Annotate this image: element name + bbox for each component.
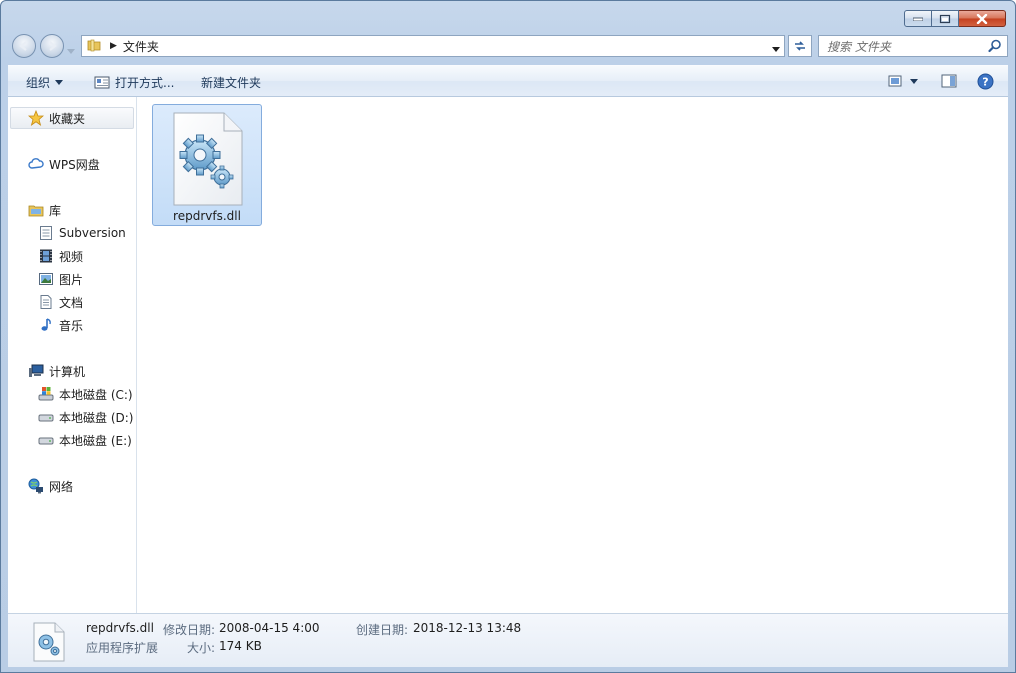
computer-icon — [28, 363, 44, 379]
forward-arrow-icon — [49, 41, 57, 51]
nav-computer-label: 计算机 — [49, 364, 86, 379]
nav-drive-d-label: 本地磁盘 (D:) — [59, 410, 134, 425]
command-bar: 组织 打开方式... 新建文件夹 ? — [8, 65, 1008, 97]
change-view-button[interactable] — [888, 74, 918, 88]
network-icon — [28, 478, 44, 494]
organize-button[interactable]: 组织 — [26, 74, 64, 91]
maximize-button[interactable] — [932, 10, 959, 27]
nav-wps-cloud[interactable]: WPS网盘 — [28, 154, 100, 174]
svg-text:?: ? — [982, 76, 988, 89]
details-pane: repdrvfs.dll 修改日期: 2008-04-15 4:00 创建日期:… — [8, 613, 1008, 667]
minimize-button[interactable] — [904, 10, 932, 27]
nav-drive-e-label: 本地磁盘 (E:) — [59, 433, 132, 448]
nav-libraries[interactable]: 库 — [28, 200, 61, 220]
breadcrumb-arrow-icon[interactable]: ▶ — [110, 41, 117, 51]
file-name: repdrvfs.dll — [173, 209, 241, 223]
nav-library-music[interactable]: 音乐 — [38, 315, 83, 335]
search-icon[interactable] — [988, 39, 1002, 56]
search-box[interactable] — [818, 35, 1008, 57]
dll-gear-file-icon — [172, 111, 244, 210]
music-note-icon — [38, 317, 54, 333]
open-with-icon — [94, 76, 110, 88]
chevron-down-icon — [772, 47, 780, 52]
new-folder-label: 新建文件夹 — [201, 76, 262, 90]
nav-libraries-label: 库 — [49, 203, 62, 218]
breadcrumb-folder[interactable]: 文件夹 — [123, 38, 159, 55]
open-with-label: 打开方式... — [115, 76, 175, 90]
explorer-window: ▶ 文件夹 组织 打开方式... 新建文件夹 — [0, 0, 1016, 673]
nav-documents-label: 文档 — [59, 295, 84, 310]
detail-file-name: repdrvfs.dll — [86, 621, 154, 635]
picture-icon — [38, 271, 54, 287]
detail-file-type: 应用程序扩展 — [86, 641, 159, 655]
nav-network[interactable]: 网络 — [28, 476, 73, 496]
nav-library-pictures[interactable]: 图片 — [38, 269, 83, 289]
library-icon — [28, 202, 44, 218]
recent-pages-dropdown[interactable] — [67, 43, 75, 57]
nav-favorites-label: 收藏夹 — [49, 111, 86, 126]
system-drive-icon — [38, 386, 54, 402]
address-dropdown-button[interactable] — [772, 41, 780, 55]
chevron-down-icon — [67, 49, 75, 54]
view-icon — [888, 75, 902, 87]
new-folder-button[interactable]: 新建文件夹 — [201, 74, 261, 91]
document-icon — [38, 294, 54, 310]
star-icon — [28, 110, 44, 126]
refresh-button[interactable] — [788, 35, 812, 57]
file-list-view[interactable]: repdrvfs.dll — [137, 97, 1008, 613]
nav-drive-c[interactable]: 本地磁盘 (C:) — [38, 384, 133, 404]
detail-modified-value: 2008-04-15 4:00 — [219, 621, 320, 635]
nav-videos-label: 视频 — [59, 249, 84, 264]
caption-buttons — [904, 10, 1006, 27]
chevron-down-icon — [55, 80, 64, 85]
nav-computer[interactable]: 计算机 — [28, 361, 85, 381]
nav-drive-e[interactable]: 本地磁盘 (E:) — [38, 430, 132, 450]
dll-gear-file-icon — [33, 622, 65, 665]
preview-pane-icon — [941, 74, 957, 88]
restore-icon — [939, 14, 951, 23]
nav-drive-d[interactable]: 本地磁盘 (D:) — [38, 407, 133, 427]
back-arrow-icon — [19, 41, 27, 51]
nav-network-label: 网络 — [49, 479, 74, 494]
nav-pictures-label: 图片 — [59, 272, 84, 287]
refresh-icon — [795, 41, 805, 51]
help-icon: ? — [977, 73, 994, 90]
file-item[interactable]: repdrvfs.dll — [152, 104, 262, 226]
nav-library-documents[interactable]: 文档 — [38, 292, 83, 312]
document-list-icon — [38, 225, 54, 241]
nav-library-videos[interactable]: 视频 — [38, 246, 83, 266]
nav-drive-c-label: 本地磁盘 (C:) — [59, 387, 133, 402]
navigation-pane: 收藏夹 WPS网盘 库 Subversion 视频 图片 文档 音乐 计算机 本… — [8, 97, 137, 613]
chevron-down-icon — [910, 78, 918, 84]
preview-pane-button[interactable] — [941, 74, 957, 88]
hard-drive-icon — [38, 432, 54, 448]
nav-subversion-label: Subversion — [59, 226, 126, 240]
detail-size-label: 大小: — [187, 641, 216, 655]
detail-created-label: 创建日期: — [356, 623, 409, 637]
organize-label: 组织 — [26, 76, 51, 90]
nav-music-label: 音乐 — [59, 318, 84, 333]
cloud-icon — [28, 156, 44, 172]
nav-library-subversion[interactable]: Subversion — [38, 223, 126, 243]
film-icon — [38, 248, 54, 264]
detail-size-value: 174 KB — [219, 639, 262, 653]
nav-wps-label: WPS网盘 — [49, 157, 100, 172]
help-button[interactable]: ? — [977, 73, 994, 90]
open-with-button[interactable]: 打开方式... — [94, 74, 174, 91]
minimize-icon — [913, 17, 923, 21]
hard-drive-icon — [38, 409, 54, 425]
search-input[interactable] — [827, 39, 987, 54]
nav-favorites[interactable]: 收藏夹 — [28, 108, 85, 128]
close-button[interactable] — [959, 10, 1006, 27]
detail-created-value: 2018-12-13 13:48 — [413, 621, 522, 635]
forward-button[interactable] — [40, 34, 64, 58]
folder-icon — [86, 37, 102, 56]
detail-modified-label: 修改日期: — [163, 623, 216, 637]
close-icon — [976, 13, 988, 24]
back-button[interactable] — [12, 34, 36, 58]
address-bar[interactable]: ▶ 文件夹 — [81, 35, 785, 57]
